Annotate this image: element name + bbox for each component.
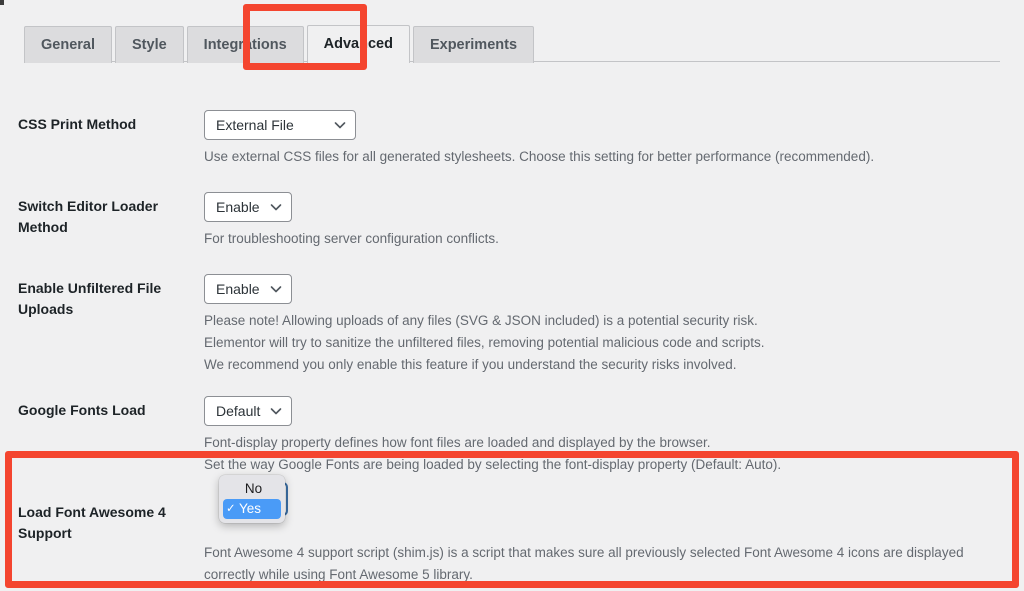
tab-integrations[interactable]: Integrations (186, 26, 304, 63)
setting-row-css-print-method: CSS Print Method External File Use exter… (0, 110, 1024, 168)
description-line: We recommend you only enable this featur… (204, 357, 737, 372)
screenshot-corner-artifact (0, 0, 4, 5)
setting-label-enable-unfiltered-file-uploads: Enable Unfiltered File Uploads (18, 280, 162, 317)
tab-general[interactable]: General (24, 26, 112, 63)
select-css-print-method-value: External File (216, 117, 294, 133)
settings-tab-bar: General Style Integrations Advanced Expe… (0, 0, 1024, 63)
description-line: For troubleshooting server configuration… (204, 231, 499, 246)
chevron-down-icon (270, 405, 282, 417)
select-enable-unfiltered-file-uploads-value: Enable (216, 281, 260, 297)
setting-field-enable-unfiltered-file-uploads: Enable Please note! Allowing uploads of … (204, 274, 1024, 376)
description-line: Font Awesome 4 support script (shim.js) … (204, 545, 964, 560)
tab-style[interactable]: Style (115, 26, 184, 63)
select-css-print-method[interactable]: External File (204, 110, 356, 140)
setting-field-css-print-method: External File Use external CSS files for… (204, 110, 1024, 168)
dropdown-option-no-label: No (244, 481, 263, 496)
chevron-down-icon (270, 201, 282, 213)
checkmark-icon: ✓ (226, 503, 236, 515)
dropdown-option-no[interactable]: No (223, 479, 281, 499)
setting-description-switch-editor-loader-method: For troubleshooting server configuration… (204, 228, 1008, 250)
setting-field-google-fonts-load: Default Font-display property defines ho… (204, 396, 1024, 476)
setting-label-css-print-method: CSS Print Method (18, 116, 137, 132)
dropdown-option-yes[interactable]: ✓ Yes (223, 499, 281, 519)
dropdown-popup-load-font-awesome-4-support[interactable]: No ✓ Yes (219, 475, 285, 523)
setting-description-enable-unfiltered-file-uploads: Please note! Allowing uploads of any fil… (204, 310, 1008, 376)
chevron-down-icon (270, 283, 282, 295)
description-line: Set the way Google Fonts are being loade… (204, 457, 782, 472)
select-google-fonts-load[interactable]: Default (204, 396, 293, 426)
setting-label-google-fonts-load: Google Fonts Load (18, 402, 146, 418)
setting-description-load-font-awesome-4-support: Font Awesome 4 support script (shim.js) … (204, 542, 1008, 586)
description-line: Use external CSS files for all generated… (204, 149, 875, 164)
dropdown-option-yes-label: Yes (239, 501, 262, 516)
setting-description-google-fonts-load: Font-display property defines how font f… (204, 432, 1008, 476)
description-line: Font-display property defines how font f… (204, 435, 711, 450)
description-line: Elementor will try to sanitize the unfil… (204, 335, 765, 350)
tab-advanced-label: Advanced (323, 36, 393, 52)
tab-advanced[interactable]: Advanced (306, 25, 410, 63)
setting-row-switch-editor-loader-method: Switch Editor Loader Method Enable For t… (0, 192, 1024, 250)
setting-description-css-print-method: Use external CSS files for all generated… (204, 146, 1008, 168)
description-line: Please note! Allowing uploads of any fil… (204, 313, 758, 328)
tab-general-label: General (41, 37, 95, 53)
setting-row-google-fonts-load: Google Fonts Load Default Font-display p… (0, 396, 1024, 476)
description-line: correctly while using Font Awesome 5 lib… (204, 567, 473, 582)
tab-integrations-label: Integrations (203, 37, 287, 53)
setting-field-switch-editor-loader-method: Enable For troubleshooting server config… (204, 192, 1024, 250)
select-enable-unfiltered-file-uploads[interactable]: Enable (204, 274, 292, 304)
tab-list: General Style Integrations Advanced Expe… (24, 24, 535, 63)
select-switch-editor-loader-method-value: Enable (216, 199, 260, 215)
tab-style-label: Style (132, 37, 167, 53)
select-google-fonts-load-value: Default (216, 403, 261, 419)
setting-row-enable-unfiltered-file-uploads: Enable Unfiltered File Uploads Enable Pl… (0, 274, 1024, 376)
tab-experiments-label: Experiments (429, 37, 518, 53)
setting-label-load-font-awesome-4-support: Load Font Awesome 4 Support (18, 504, 166, 541)
chevron-down-icon (334, 119, 346, 131)
setting-field-load-font-awesome-4-support: Font Awesome 4 support script (shim.js) … (204, 498, 1024, 586)
setting-label-switch-editor-loader-method: Switch Editor Loader Method (18, 198, 159, 235)
tab-experiments[interactable]: Experiments (412, 26, 535, 63)
select-switch-editor-loader-method[interactable]: Enable (204, 192, 292, 222)
setting-row-load-font-awesome-4-support: Load Font Awesome 4 Support Font Awesome… (0, 498, 1024, 586)
